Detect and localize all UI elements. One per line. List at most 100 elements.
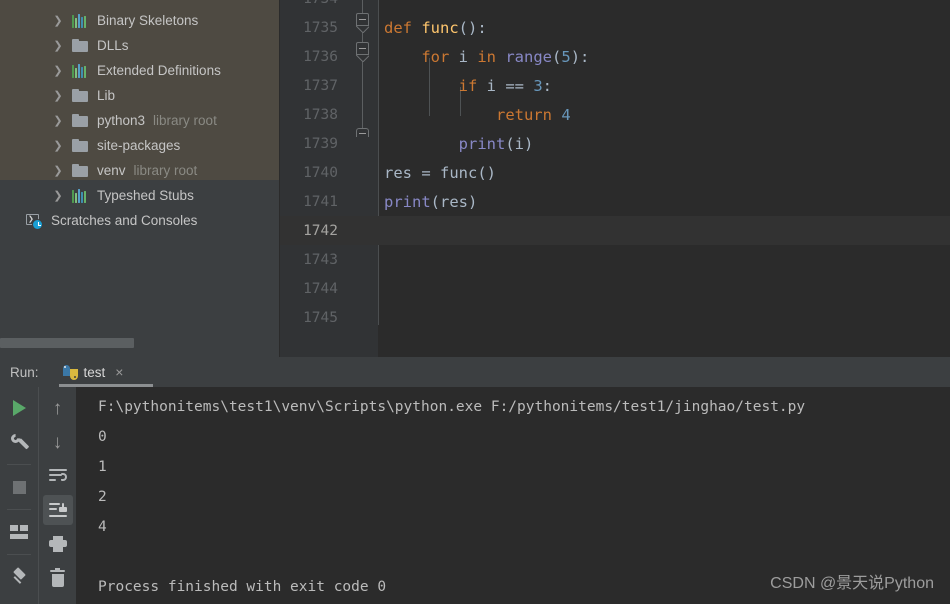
- scroll-to-end-button[interactable]: [42, 495, 73, 525]
- editor-line[interactable]: 1736 for i in range(5):: [280, 42, 950, 71]
- code-token: (res): [430, 192, 478, 211]
- run-tab-title: test: [83, 364, 106, 380]
- line-number: 1743: [303, 251, 338, 268]
- tree-item-label: venv: [97, 163, 126, 178]
- run-right-toolbar: ↑ ↓: [38, 387, 76, 604]
- code-editor[interactable]: 17341735def func():1736 for i in range(5…: [280, 0, 950, 357]
- code-text[interactable]: print (i): [384, 129, 534, 158]
- editor-line[interactable]: 1744: [280, 274, 950, 303]
- code-token: 5: [561, 47, 571, 66]
- code-token: :: [542, 76, 553, 95]
- toolbar-divider: [7, 464, 31, 465]
- code-token: range: [505, 47, 552, 66]
- stop-button[interactable]: [4, 472, 34, 502]
- tree-item-scratches-and-consoles[interactable]: ❯ Scratches and Consoles: [0, 208, 280, 233]
- sidebar-scrollbar-thumb[interactable]: [0, 338, 134, 348]
- soft-wrap-button[interactable]: [43, 461, 73, 491]
- chevron-right-icon[interactable]: ❯: [52, 58, 64, 83]
- code-text[interactable]: def func ():: [384, 13, 487, 42]
- library-bars-icon: [72, 188, 90, 204]
- editor-line[interactable]: 1742: [280, 216, 950, 245]
- editor-line[interactable]: 1735 def func ():: [280, 13, 950, 42]
- line-number: 1741: [303, 193, 338, 210]
- editor-line[interactable]: 1741 print (res): [280, 187, 950, 216]
- previous-occurrence-button[interactable]: ↑: [43, 393, 73, 423]
- tree-row-clipped[interactable]: [0, 0, 280, 8]
- chevron-right-icon[interactable]: ❯: [52, 183, 64, 208]
- line-number: 1735: [303, 19, 338, 36]
- layout-icon: [10, 525, 28, 539]
- tree-item-lib[interactable]: ❯ Lib: [0, 83, 280, 108]
- folder-icon: [72, 38, 90, 54]
- scroll-to-end-icon: [48, 502, 67, 518]
- print-button[interactable]: [43, 529, 73, 559]
- arrow-up-icon: ↑: [52, 397, 63, 419]
- chevron-right-icon[interactable]: ❯: [52, 8, 64, 33]
- code-token: def: [384, 18, 422, 37]
- python-icon: [62, 364, 78, 380]
- trash-icon: [50, 567, 65, 587]
- line-number: 1736: [303, 48, 338, 65]
- run-tab-test[interactable]: test ×: [57, 357, 153, 387]
- close-icon[interactable]: ×: [115, 365, 123, 379]
- line-number: 1742: [303, 222, 338, 239]
- code-token: print: [384, 192, 431, 211]
- chevron-right-icon[interactable]: ❯: [52, 158, 64, 183]
- tree-item-label: Scratches and Consoles: [51, 213, 198, 228]
- tree-item-typeshed-stubs[interactable]: ❯ Typeshed Stubs: [0, 183, 280, 208]
- layout-button[interactable]: [4, 517, 34, 547]
- folder-icon: [72, 88, 90, 104]
- rerun-button[interactable]: [4, 393, 34, 423]
- tree-item-extended-definitions[interactable]: ❯ Extended Definitions: [0, 58, 280, 83]
- code-token: ):: [570, 47, 590, 66]
- editor-line[interactable]: 1737 if i == 3:: [280, 71, 950, 100]
- editor-line[interactable]: 1740 res = func(): [280, 158, 950, 187]
- console-line: 4: [98, 519, 107, 535]
- code-text[interactable]: if i == 3:: [384, 71, 552, 100]
- sidebar-horizontal-scrollbar[interactable]: [0, 338, 280, 348]
- run-console-output[interactable]: F:\pythonitems\test1\venv\Scripts\python…: [76, 387, 950, 604]
- code-text[interactable]: print (res): [384, 187, 477, 216]
- code-text[interactable]: return 4: [384, 100, 571, 129]
- tree-item-venv[interactable]: ❯ venv library root: [0, 158, 280, 183]
- ide-window: ❯ Binary Skeletons ❯ DLLs ❯ Extended Definiti…: [0, 0, 950, 604]
- console-line: 0: [98, 429, 107, 445]
- editor-line-clipped: 1734: [280, 0, 950, 13]
- tree-item-label: Binary Skeletons: [97, 13, 199, 28]
- tree-item-python3[interactable]: ❯ python3 library root: [0, 108, 280, 133]
- chevron-right-icon[interactable]: ❯: [52, 33, 64, 58]
- clear-all-button[interactable]: [43, 563, 73, 593]
- chevron-right-icon[interactable]: ❯: [52, 108, 64, 133]
- code-text[interactable]: res = func(): [384, 158, 496, 187]
- code-token: if: [458, 76, 487, 95]
- code-token: print: [458, 134, 506, 153]
- project-tree[interactable]: ❯ Binary Skeletons ❯ DLLs ❯ Extended Definiti…: [0, 0, 280, 233]
- chevron-right-icon[interactable]: ❯: [52, 83, 64, 108]
- project-tree-panel[interactable]: ❯ Binary Skeletons ❯ DLLs ❯ Extended Definiti…: [0, 0, 280, 357]
- console-line: F:\pythonitems\test1\venv\Scripts\python…: [98, 399, 806, 415]
- chevron-right-icon[interactable]: ❯: [52, 133, 64, 158]
- toolbar-divider: [7, 554, 31, 555]
- tree-item-site-packages[interactable]: ❯ site-packages: [0, 133, 280, 158]
- next-occurrence-button[interactable]: ↓: [43, 427, 73, 457]
- code-token: func: [440, 163, 478, 182]
- tree-item-label: python3: [97, 113, 146, 128]
- pin-tab-button[interactable]: [4, 562, 34, 592]
- editor-line[interactable]: 1745: [280, 303, 950, 332]
- editor-line[interactable]: 1743: [280, 245, 950, 274]
- tree-item-binary-skeletons[interactable]: ❯ Binary Skeletons: [0, 8, 280, 33]
- line-number: 1734: [280, 0, 338, 13]
- editor-line[interactable]: 1738 return 4: [280, 100, 950, 129]
- soft-wrap-icon: [48, 469, 67, 483]
- code-token: (): [477, 163, 496, 182]
- line-number: 1739: [303, 135, 338, 152]
- run-tool-window: Run: test × ↑ ↓ F:\pythonitems\test1\ven…: [0, 357, 950, 604]
- code-text[interactable]: for i in range(5):: [384, 42, 589, 71]
- tree-item-dlls[interactable]: ❯ DLLs: [0, 33, 280, 58]
- line-number: 1740: [303, 164, 338, 181]
- editor-line[interactable]: 1739 print (i): [280, 129, 950, 158]
- line-number: 1745: [303, 309, 338, 326]
- settings-button[interactable]: [4, 427, 34, 457]
